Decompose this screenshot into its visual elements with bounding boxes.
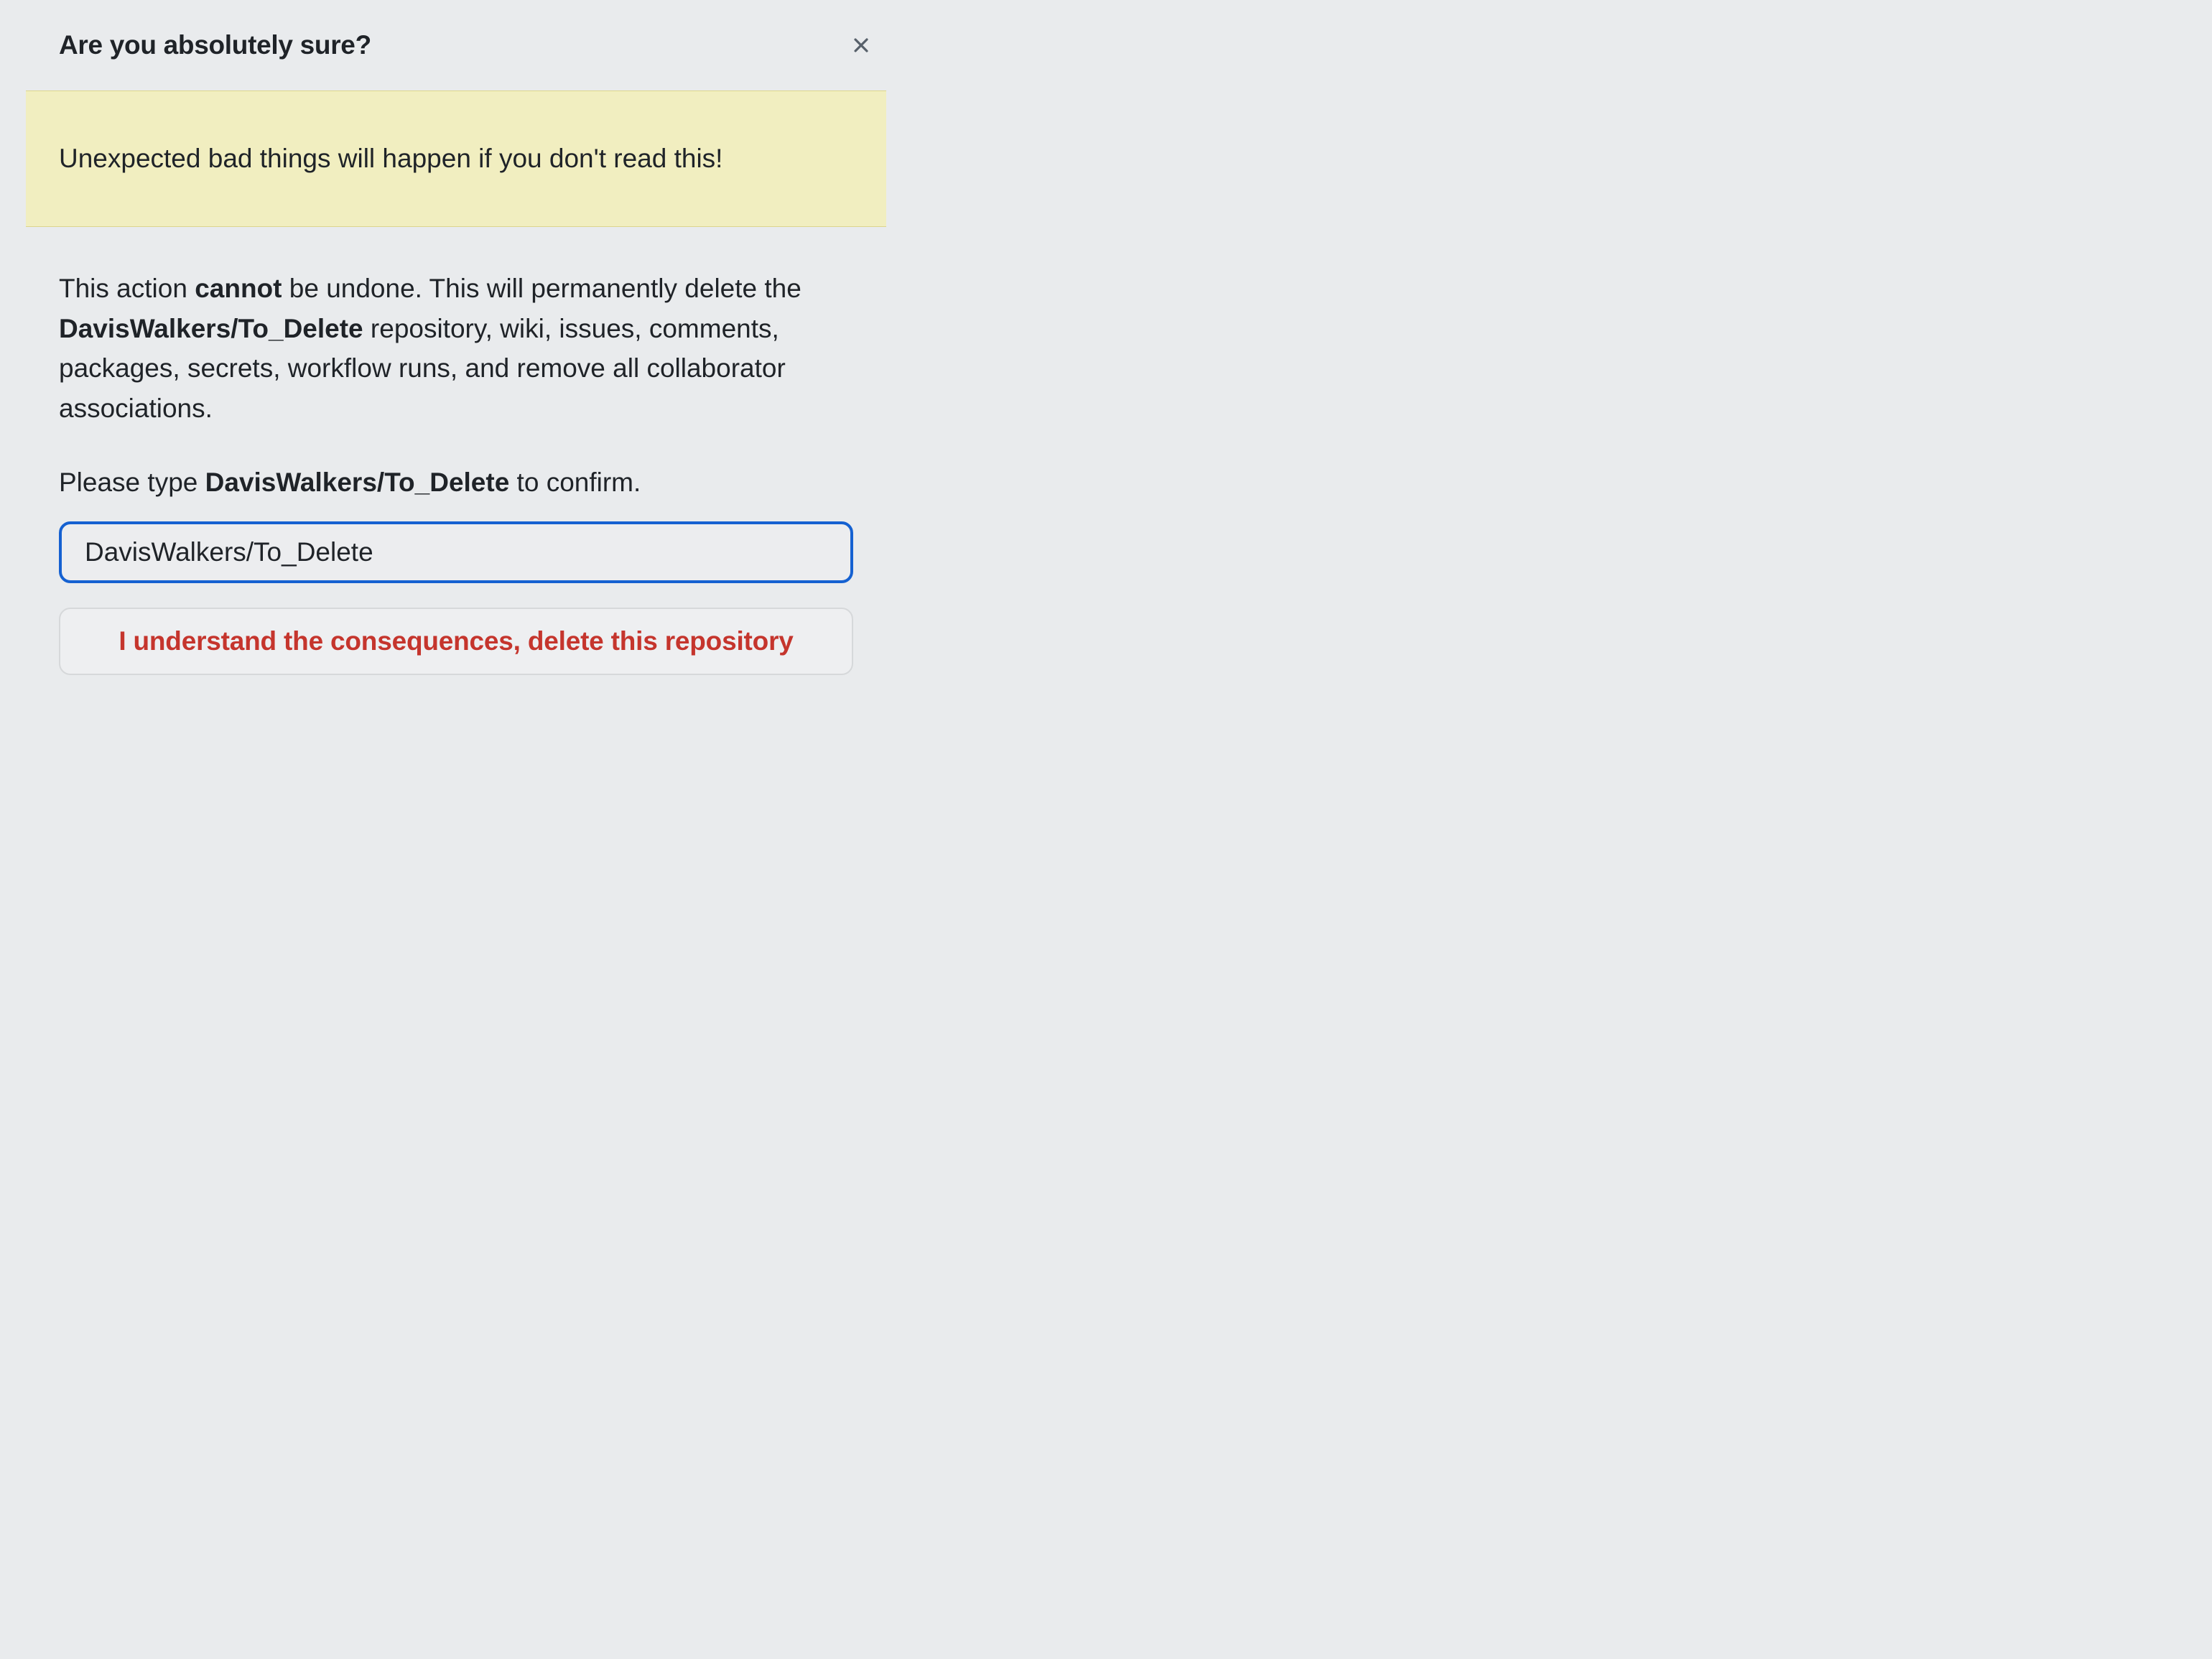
confirm-delete-dialog: Are you absolutely sure? Unexpected bad … (0, 0, 912, 684)
warning-text: Unexpected bad things will happen if you… (59, 141, 853, 176)
close-icon (849, 33, 873, 57)
confirm-prompt: Please type DavisWalkers/To_Delete to co… (59, 463, 853, 503)
warning-banner: Unexpected bad things will happen if you… (26, 90, 886, 227)
description-text: This action cannot be undone. This will … (59, 269, 853, 428)
close-button[interactable] (843, 27, 879, 63)
confirm-repo-input[interactable] (59, 521, 853, 583)
dialog-title: Are you absolutely sure? (59, 30, 371, 60)
dialog-body: This action cannot be undone. This will … (0, 227, 912, 675)
delete-repository-button[interactable]: I understand the consequences, delete th… (59, 608, 853, 675)
dialog-header: Are you absolutely sure? (0, 0, 912, 90)
